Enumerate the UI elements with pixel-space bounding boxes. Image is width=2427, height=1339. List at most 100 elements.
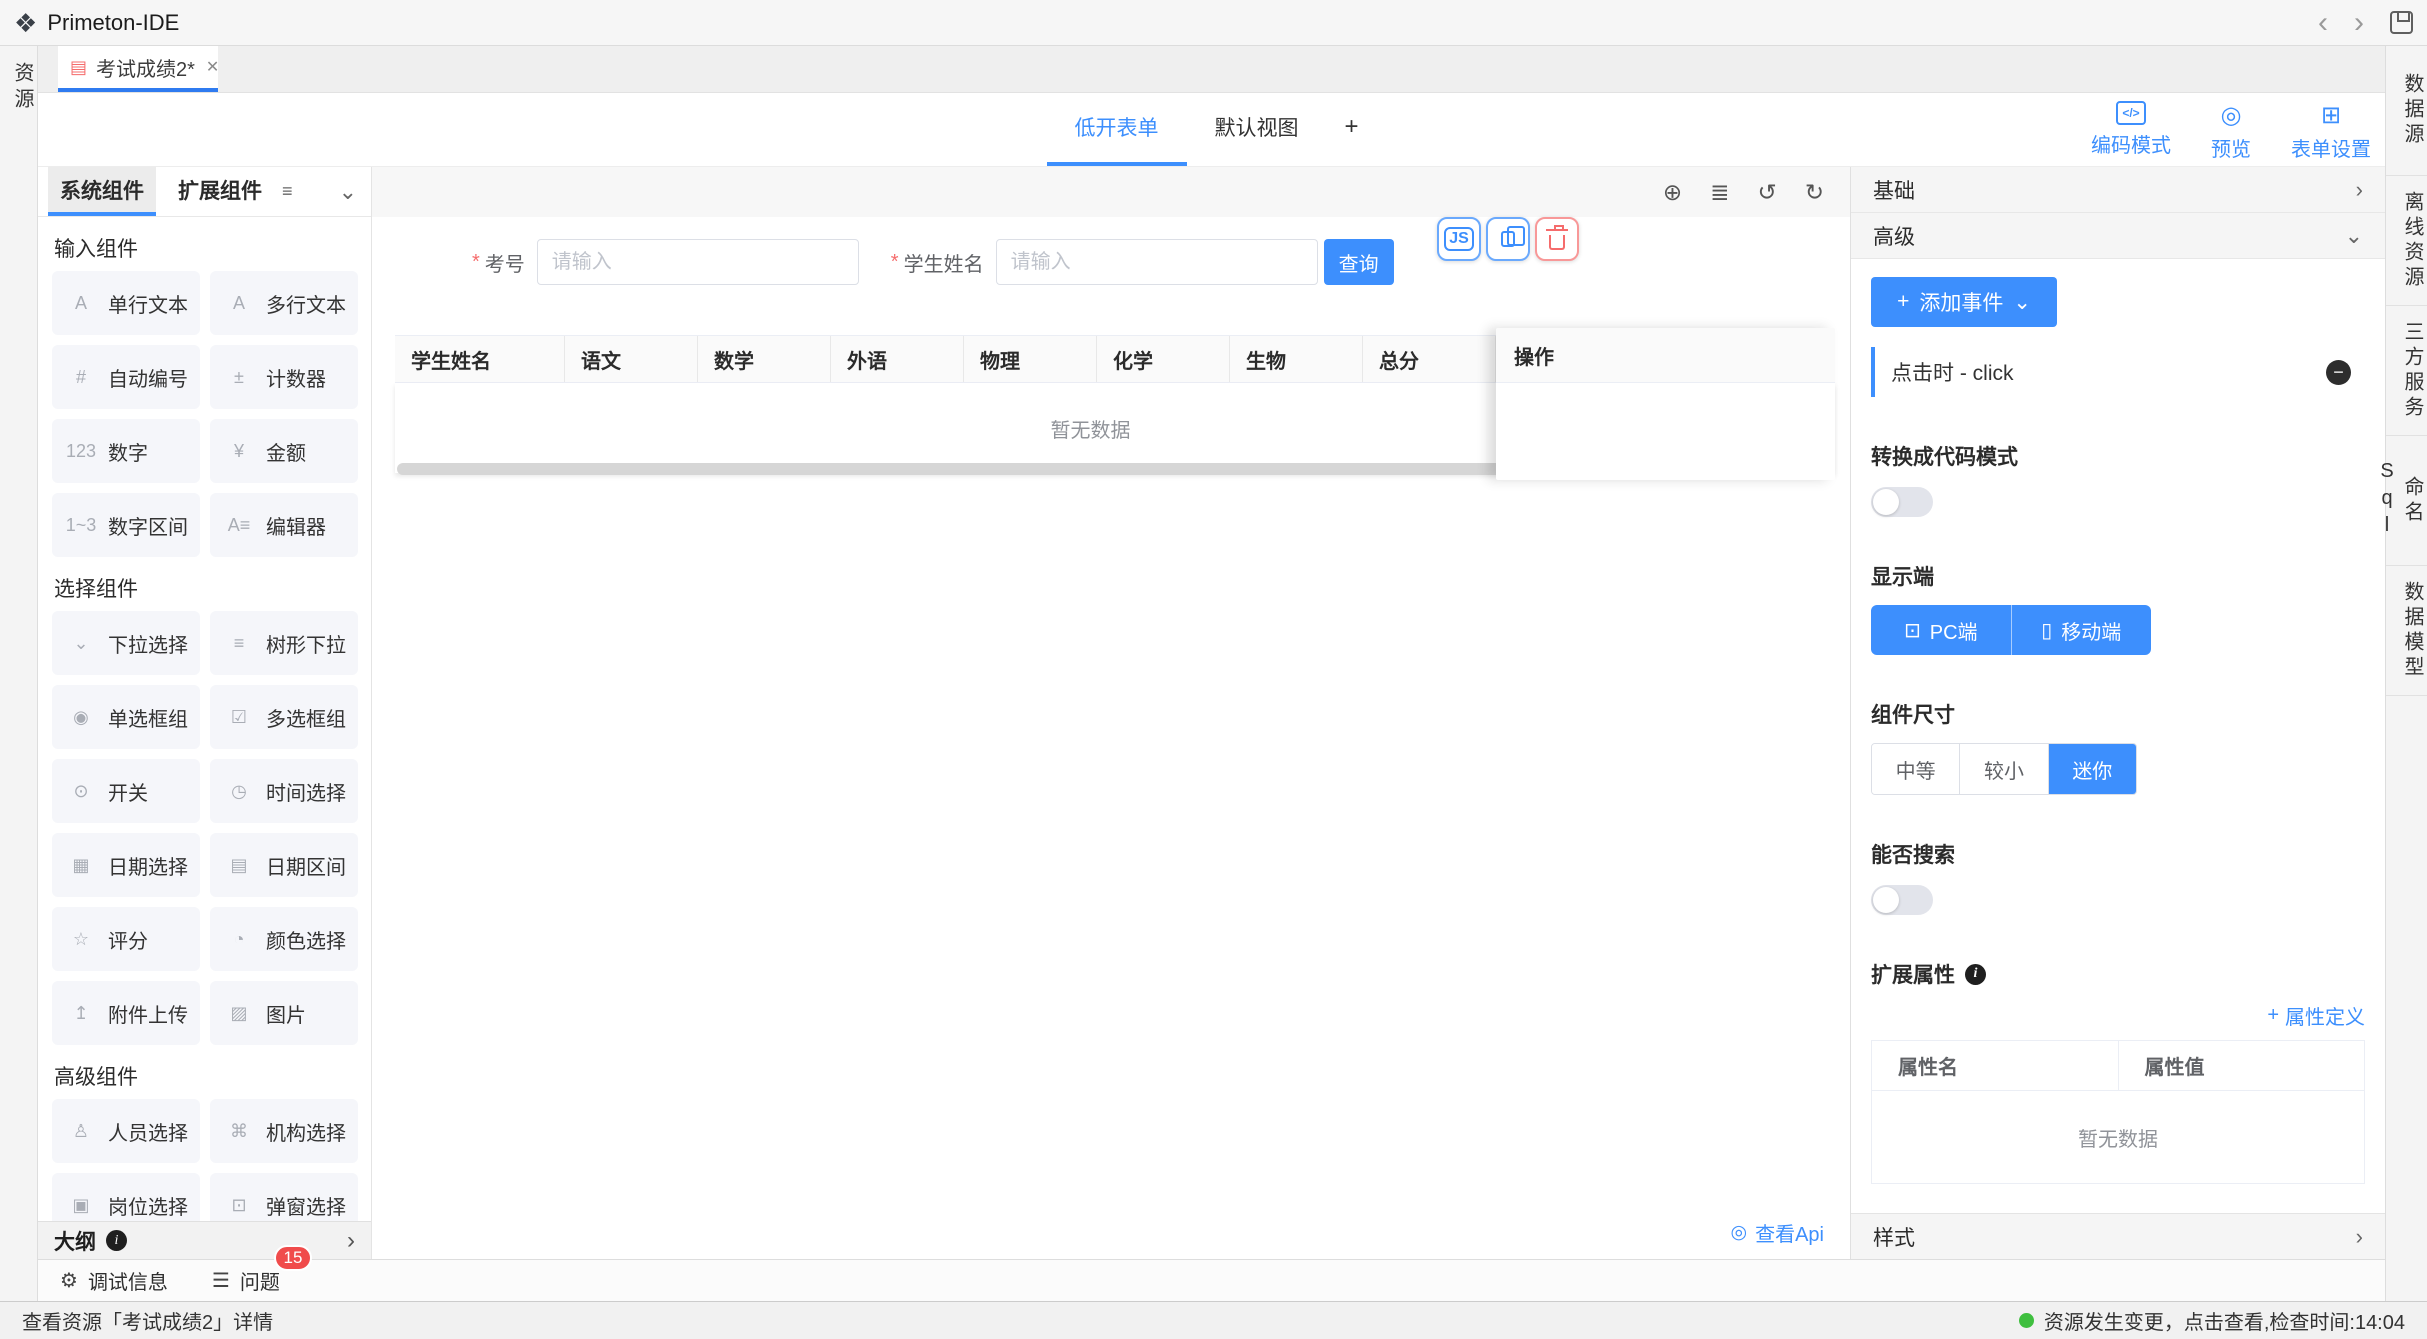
column-header[interactable]: 语文 xyxy=(565,336,698,382)
section-style[interactable]: 样式 › xyxy=(1851,1213,2385,1259)
rating-star-icon: ☆ xyxy=(64,929,98,950)
component-auto-number[interactable]: #自动编号 xyxy=(52,345,200,409)
component-number[interactable]: 123数字 xyxy=(52,419,200,483)
panel-menu-icon[interactable]: ≡ xyxy=(282,181,293,202)
exam-number-input[interactable] xyxy=(537,239,859,285)
component-money[interactable]: ¥金额 xyxy=(210,419,358,483)
back-icon[interactable]: ‹ xyxy=(2318,8,2328,38)
tab-system-components[interactable]: 系统组件 xyxy=(48,167,156,216)
remove-event-icon[interactable]: − xyxy=(2326,360,2351,385)
column-header[interactable]: 生物 xyxy=(1230,336,1363,382)
add-event-button[interactable]: + 添加事件 ⌄ xyxy=(1871,277,2057,327)
component-date-range[interactable]: ▤日期区间 xyxy=(210,833,358,897)
tab-extension-components[interactable]: 扩展组件 xyxy=(166,167,274,216)
redo-icon[interactable]: ↻ xyxy=(1805,181,1824,204)
debug-info-label: 调试信息 xyxy=(88,1266,168,1295)
preview-button[interactable]: ◎ 预览 xyxy=(2211,101,2251,162)
problems-button[interactable]: ☰ 问题 xyxy=(212,1266,280,1295)
strip-item-data-model[interactable]: 数据模型 xyxy=(2386,566,2427,696)
post-picker-icon: ▣ xyxy=(64,1195,98,1216)
event-item-click[interactable]: 点击时 - click − xyxy=(1871,347,2365,397)
debug-info-button[interactable]: ⚙ 调试信息 xyxy=(60,1266,168,1295)
canvas-toolbar: ⊕ ≣ ↺ ↻ xyxy=(372,167,1850,217)
section-basic[interactable]: 基础 › xyxy=(1851,167,2385,213)
preview-label: 预览 xyxy=(2211,133,2251,162)
required-asterisk: * xyxy=(891,251,899,274)
tab-low-code-form[interactable]: 低开表单 xyxy=(1046,92,1186,166)
column-header[interactable]: 化学 xyxy=(1097,336,1230,382)
delete-widget-button[interactable] xyxy=(1535,217,1579,261)
column-header[interactable]: 外语 xyxy=(831,336,964,382)
size-option-medium[interactable]: 中等 xyxy=(1872,744,1959,794)
component-image[interactable]: ▨图片 xyxy=(210,981,358,1045)
component-radio-group[interactable]: ◉单选框组 xyxy=(52,685,200,749)
component-post-picker[interactable]: ▣ 岗位选择 xyxy=(52,1173,200,1221)
save-icon[interactable] xyxy=(2390,11,2413,34)
component-color-picker[interactable]: ◔颜色选择 xyxy=(210,907,358,971)
strip-item-offline-resource[interactable]: 离线资源 xyxy=(2386,176,2427,306)
close-tab-icon[interactable]: ✕ xyxy=(206,57,219,77)
resource-strip-label[interactable]: 资源 xyxy=(0,62,37,114)
tab-default-view[interactable]: 默认视图 xyxy=(1186,92,1326,166)
size-option-small[interactable]: 较小 xyxy=(1959,744,2047,794)
forward-icon[interactable]: › xyxy=(2354,8,2364,38)
column-header[interactable]: 物理 xyxy=(964,336,1097,382)
number-icon: 123 xyxy=(64,441,98,462)
component-switch[interactable]: ⊙开关 xyxy=(52,759,200,823)
column-header[interactable]: 数学 xyxy=(698,336,831,382)
undo-icon[interactable]: ↺ xyxy=(1757,181,1776,204)
property-define-link[interactable]: + 属性定义 xyxy=(1871,1001,2365,1030)
column-header[interactable]: 总分 xyxy=(1363,336,1496,382)
globe-icon[interactable]: ⊕ xyxy=(1663,181,1682,204)
status-change-notice[interactable]: 资源发生变更，点击查看,检查时间:14:04 xyxy=(2019,1306,2405,1335)
code-mode-toggle[interactable] xyxy=(1871,487,1933,517)
view-api-link[interactable]: ◎ 查看Api xyxy=(1731,1218,1825,1247)
form-settings-button[interactable]: ⊞ 表单设置 xyxy=(2291,101,2371,162)
searchable-label: 能否搜索 xyxy=(1871,839,2365,869)
strip-item-datasource[interactable]: 数据源 xyxy=(2386,46,2427,176)
component-multi-text[interactable]: A多行文本 xyxy=(210,271,358,335)
advanced-section-body: + 添加事件 ⌄ 点击时 - click − 转换成代码模式 显示端 ⊡ PC端… xyxy=(1851,259,2385,1184)
component-dropdown[interactable]: ⌄下拉选择 xyxy=(52,611,200,675)
searchable-toggle[interactable] xyxy=(1871,885,1933,915)
component-time-picker[interactable]: ◷时间选择 xyxy=(210,759,358,823)
query-form-row: * 考号 * 学生姓名 查询 JS xyxy=(472,239,1850,285)
component-counter[interactable]: ±计数器 xyxy=(210,345,358,409)
strip-item-third-party-service[interactable]: 三方服务 xyxy=(2386,306,2427,436)
single-text-icon: A xyxy=(64,293,98,314)
component-label: 日期选择 xyxy=(108,851,188,880)
component-editor[interactable]: A≡编辑器 xyxy=(210,493,358,557)
pc-display-button[interactable]: ⊡ PC端 xyxy=(1871,605,2011,655)
component-dialog-picker[interactable]: ⊡弹窗选择 xyxy=(210,1173,358,1221)
component-tree-dropdown[interactable]: ≡树形下拉 xyxy=(210,611,358,675)
mobile-display-button[interactable]: ▯ 移动端 xyxy=(2011,605,2152,655)
student-name-input[interactable] xyxy=(996,239,1318,285)
outline-bar[interactable]: 大纲 i › xyxy=(38,1221,371,1259)
size-option-mini[interactable]: 迷你 xyxy=(2048,744,2136,794)
section-advanced[interactable]: 高级 ⌄ xyxy=(1851,213,2385,259)
component-label: 岗位选择 xyxy=(108,1191,188,1220)
column-header[interactable]: 操作 xyxy=(1496,328,1835,383)
status-resource-link[interactable]: 查看资源「考试成绩2」详情 xyxy=(22,1306,273,1335)
copy-widget-button[interactable] xyxy=(1486,217,1530,261)
outline-tree-icon[interactable]: ≣ xyxy=(1710,181,1729,204)
form-canvas: ⊕ ≣ ↺ ↻ * 考号 * 学生姓名 查询 JS 学生姓名 语文 数学 xyxy=(372,167,1850,1259)
add-view-tab-button[interactable]: + xyxy=(1326,92,1376,166)
component-checkbox-group[interactable]: ☑多选框组 xyxy=(210,685,358,749)
status-change-text: 资源发生变更，点击查看,检查时间:14:04 xyxy=(2044,1306,2405,1335)
strip-item-named-sql[interactable]: 命名Sql xyxy=(2386,436,2427,566)
column-header[interactable]: 学生姓名 xyxy=(395,336,565,382)
panel-collapse-icon[interactable]: ⌄ xyxy=(339,179,357,205)
document-tab[interactable]: ▤ 考试成绩2* ✕ xyxy=(58,46,218,92)
component-number-range[interactable]: 1~3数字区间 xyxy=(52,493,200,557)
chevron-right-icon[interactable]: › xyxy=(347,1227,355,1255)
component-single-text[interactable]: A单行文本 xyxy=(52,271,200,335)
js-event-button[interactable]: JS xyxy=(1437,217,1481,261)
component-org-picker[interactable]: ⌘机构选择 xyxy=(210,1099,358,1163)
component-person-picker[interactable]: ♙人员选择 xyxy=(52,1099,200,1163)
component-rating[interactable]: ☆评分 xyxy=(52,907,200,971)
component-attachment-upload[interactable]: ↥附件上传 xyxy=(52,981,200,1045)
query-button[interactable]: 查询 xyxy=(1324,239,1394,285)
code-mode-button[interactable]: </> 编码模式 xyxy=(2091,101,2171,162)
component-date-picker[interactable]: ▦日期选择 xyxy=(52,833,200,897)
